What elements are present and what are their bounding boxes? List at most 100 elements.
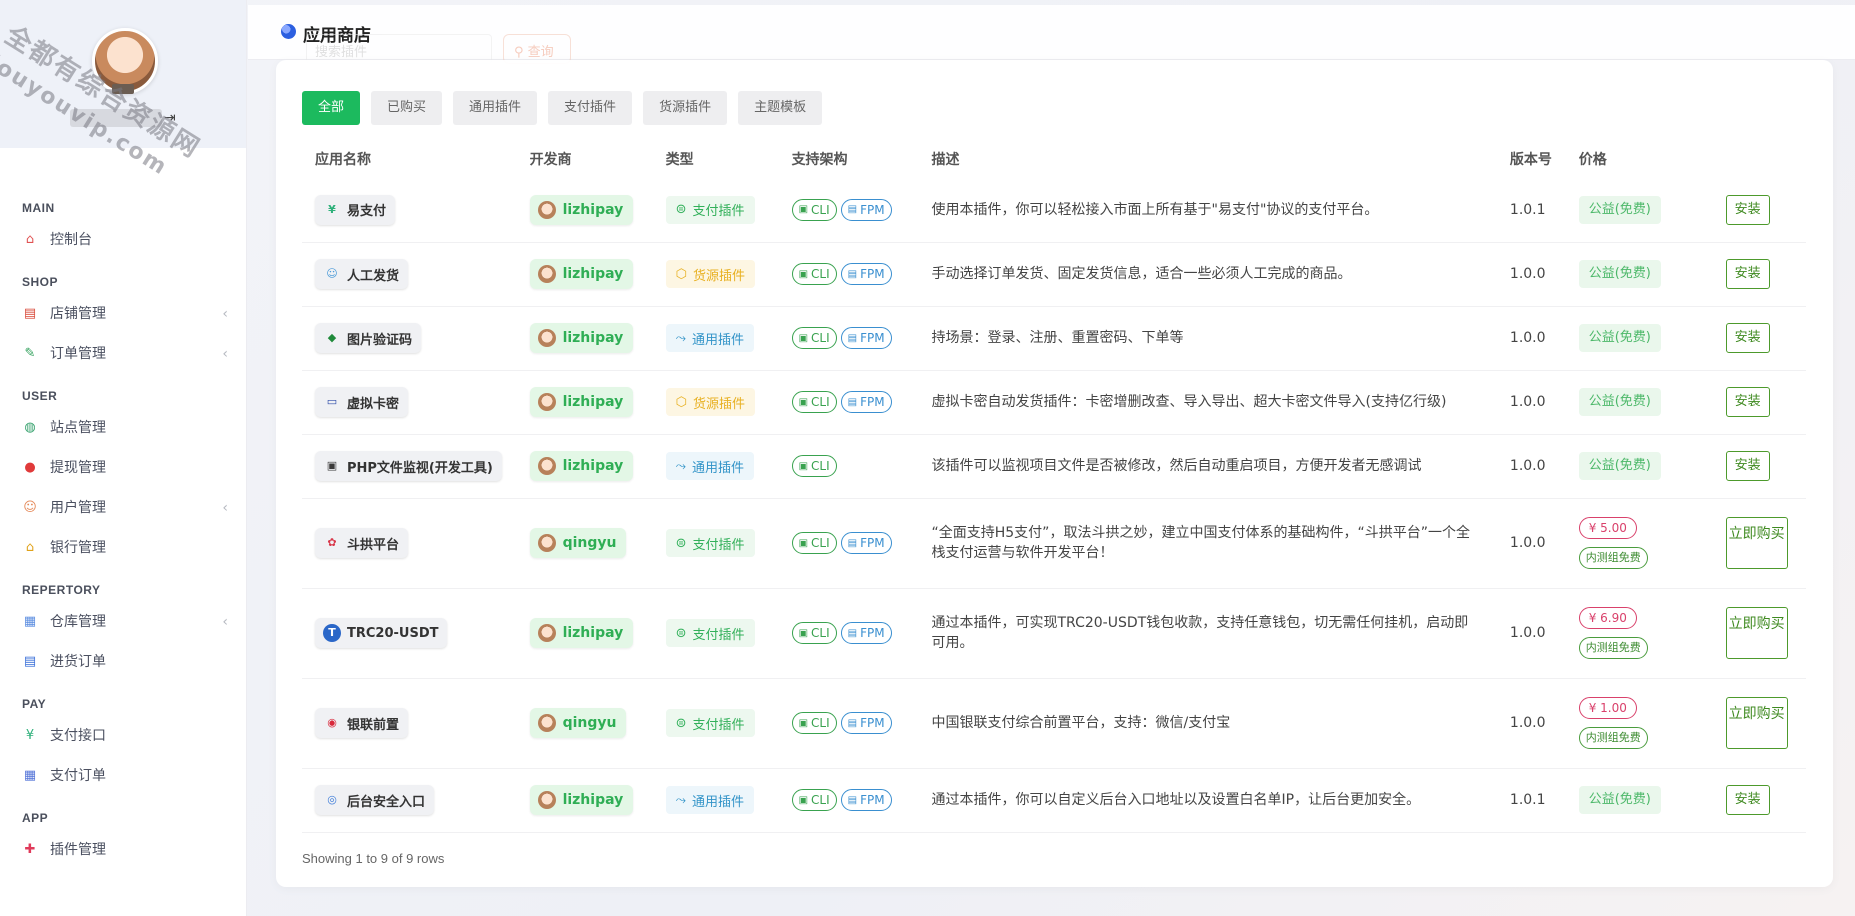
- sidebar-item[interactable]: ▤ 店铺管理 ‹: [0, 294, 246, 334]
- cell-arch: ▣ CLI: [778, 434, 919, 499]
- install-button[interactable]: 安装: [1725, 785, 1770, 815]
- tab-1[interactable]: 已购买: [371, 91, 443, 125]
- developer-chip[interactable]: lizhipay: [529, 323, 634, 353]
- beta-free-badge: 内测组免费: [1578, 637, 1648, 659]
- column-header: 描述: [931, 152, 960, 168]
- fpm-icon: ▤: [847, 627, 858, 639]
- app-name-chip[interactable]: T TRC20-USDT: [315, 618, 448, 648]
- sidebar-item[interactable]: ● 提现管理: [0, 448, 246, 488]
- sidebar-item[interactable]: ⌂ 控制台: [0, 220, 246, 260]
- sidebar-item[interactable]: ⌂ 银行管理: [0, 528, 246, 568]
- cell-price: 公益(免费): [1565, 178, 1713, 243]
- buy-now-button[interactable]: 立即购买: [1725, 517, 1788, 569]
- doukong-icon: ✿: [327, 536, 337, 549]
- puzzle-icon: ✚: [24, 842, 36, 857]
- sidebar-item[interactable]: ✎ 订单管理 ‹: [0, 334, 246, 374]
- arch-badge-fpm: ▤ FPM: [840, 789, 892, 811]
- arch-badge-fpm: ▤ FPM: [840, 327, 892, 349]
- app-name-chip[interactable]: ◆ 图片验证码: [315, 323, 422, 353]
- menu-group-title: APP: [22, 811, 49, 825]
- arch-label: FPM: [860, 267, 885, 281]
- fpm-icon: ▤: [847, 396, 858, 408]
- developer-name: lizhipay: [562, 792, 624, 808]
- menu-group-user: USER ◍ 站点管理 ● 提现管理 ☺ 用户管理 ‹ ⌂ 银行管理: [0, 384, 246, 568]
- app-name-chip[interactable]: ☺ 人工发货: [315, 259, 409, 289]
- developer-chip[interactable]: lizhipay: [529, 618, 634, 648]
- cell-arch: ▣ CLI ▤ FPM: [778, 498, 919, 589]
- type-badge: ⤳ 通用插件: [665, 452, 755, 480]
- cell-version: 1.0.1: [1496, 178, 1566, 243]
- install-button[interactable]: 安装: [1725, 194, 1770, 225]
- chevron-left-icon: ‹: [222, 346, 228, 362]
- install-button[interactable]: 安装: [1725, 259, 1770, 289]
- developer-chip[interactable]: lizhipay: [529, 194, 634, 225]
- install-button[interactable]: 安装: [1725, 451, 1770, 481]
- buy-now-button[interactable]: 立即购买: [1725, 607, 1788, 659]
- type-icon: ⊜: [675, 202, 687, 218]
- cell-name: ◎ 后台安全入口: [302, 768, 517, 833]
- sidebar-item[interactable]: ¥ 支付接口: [0, 716, 246, 756]
- sidebar-item-label: 进货订单: [50, 654, 106, 670]
- column-header: 支持架构: [791, 152, 848, 168]
- developer-chip[interactable]: qingyu: [529, 708, 627, 738]
- developer-chip[interactable]: lizhipay: [529, 785, 634, 815]
- arch-label: FPM: [860, 716, 885, 730]
- tab-2[interactable]: 通用插件: [453, 91, 538, 125]
- app-name-chip[interactable]: ▭ 虚拟卡密: [315, 387, 409, 417]
- plugin-table: 应用名称 开发商 类型 支持架构 描述 版本号 价格 ¥ 易支付 lizhipay ⊜ 支付插件…: [302, 140, 1806, 833]
- cell-price: 公益(免费): [1565, 370, 1713, 435]
- sidebar: ⇥ MAIN ⌂ 控制台 SHOP ▤ 店铺管理 ‹ ✎ 订单管理 ‹ USER ◍ 站点管理 ● 提现管理…: [0, 0, 247, 916]
- developer-avatar: [537, 200, 556, 219]
- cell-name: ☺ 人工发货: [302, 242, 517, 307]
- type-label: 货源插件: [692, 396, 745, 412]
- app-name-chip[interactable]: ✿ 斗拱平台: [315, 528, 409, 558]
- app-name-chip[interactable]: ¥ 易支付: [315, 194, 396, 225]
- tab-0[interactable]: 全部: [302, 91, 361, 125]
- developer-chip[interactable]: lizhipay: [529, 259, 634, 289]
- developer-chip[interactable]: lizhipay: [529, 451, 634, 481]
- menu-group-title: PAY: [22, 697, 47, 711]
- users-icon: ☺: [23, 500, 37, 515]
- arch-label: FPM: [860, 793, 885, 807]
- fpm-icon: ▤: [847, 204, 858, 216]
- yen-icon: ¥: [25, 728, 35, 743]
- cell-arch: ▣ CLI ▤ FPM: [778, 678, 919, 769]
- app-name-chip[interactable]: ◎ 后台安全入口: [315, 785, 435, 815]
- install-button[interactable]: 安装: [1725, 323, 1770, 353]
- developer-avatar: [537, 457, 556, 475]
- sidebar-item[interactable]: ☺ 用户管理 ‹: [0, 488, 246, 528]
- buy-now-button[interactable]: 立即购买: [1725, 697, 1788, 749]
- cli-icon: ▣: [798, 794, 809, 806]
- type-label: 支付插件: [692, 627, 745, 643]
- tab-5[interactable]: 主题模板: [738, 91, 823, 125]
- developer-chip[interactable]: lizhipay: [529, 387, 634, 417]
- arch-badge-cli: ▣ CLI: [791, 789, 837, 811]
- cell-type: ⊜ 支付插件: [652, 498, 779, 589]
- sidebar-item[interactable]: ▦ 支付订单: [0, 756, 246, 796]
- arch-label: CLI: [811, 267, 830, 281]
- cell-action: 安装: [1712, 242, 1806, 307]
- logout-icon[interactable]: ⇥: [164, 110, 176, 126]
- price-badge: ¥ 6.90: [1578, 607, 1637, 629]
- menu-group-repertory: REPERTORY ▦ 仓库管理 ‹ ▤ 进货订单: [0, 578, 246, 682]
- sidebar-item-label: 提现管理: [50, 460, 106, 476]
- app-name-chip[interactable]: ▣ PHP文件监视(开发工具): [315, 451, 502, 481]
- developer-chip[interactable]: qingyu: [529, 528, 627, 558]
- cell-action: 立即购买: [1712, 588, 1806, 679]
- sidebar-item[interactable]: ▦ 仓库管理 ‹: [0, 602, 246, 642]
- sidebar-item[interactable]: ◍ 站点管理: [0, 408, 246, 448]
- developer-name: lizhipay: [562, 458, 624, 474]
- type-icon: ⊜: [675, 625, 687, 641]
- cli-icon: ▣: [798, 332, 809, 344]
- sidebar-item[interactable]: ✚ 插件管理: [0, 830, 246, 870]
- cli-icon: ▣: [798, 268, 809, 280]
- developer-name: qingyu: [562, 535, 617, 551]
- arch-badge-fpm: ▤ FPM: [840, 263, 892, 285]
- developer-avatar: [537, 393, 556, 411]
- sidebar-item[interactable]: ▤ 进货订单: [0, 642, 246, 682]
- tab-3[interactable]: 支付插件: [548, 91, 633, 125]
- tab-4[interactable]: 货源插件: [643, 91, 728, 125]
- app-name-chip[interactable]: ◉ 银联前置: [315, 708, 409, 738]
- install-button[interactable]: 安装: [1725, 387, 1770, 417]
- menu-group-pay: PAY ¥ 支付接口 ▦ 支付订单: [0, 692, 246, 796]
